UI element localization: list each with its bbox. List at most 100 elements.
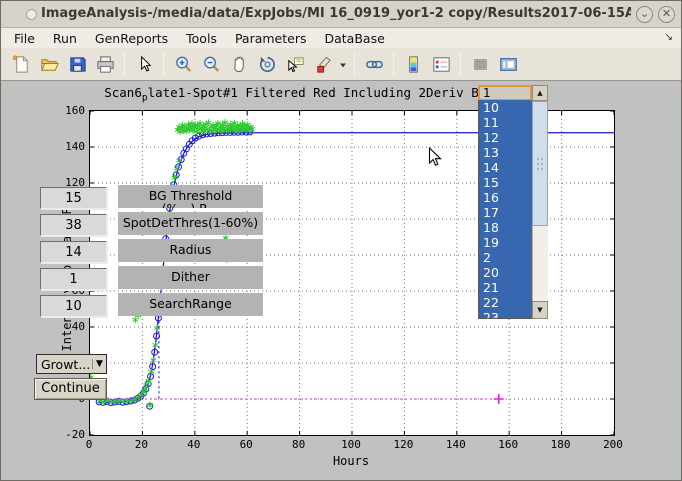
dropdown-item[interactable]: 21 bbox=[479, 280, 532, 295]
menu-overflow-icon[interactable]: ↘ bbox=[665, 32, 673, 43]
title-bar[interactable]: ImageAnalysis-/media/data/ExpJobs/MI 16_… bbox=[1, 1, 681, 28]
bg-threshold-label-subtext: (%...) R... bbox=[118, 202, 263, 208]
dropdown-item[interactable]: 17 bbox=[479, 205, 532, 220]
print-button[interactable] bbox=[92, 51, 118, 77]
open-file-button[interactable] bbox=[36, 51, 62, 77]
continue-button[interactable]: Continue bbox=[34, 378, 107, 400]
x-tick-label: 100 bbox=[334, 438, 368, 451]
shade-window-button[interactable]: ⌄ bbox=[636, 6, 653, 23]
dropdown-item[interactable]: 11 bbox=[479, 115, 532, 130]
growth-mode-dropdown[interactable]: Growt... ▼ bbox=[36, 354, 107, 374]
x-tick-label: 40 bbox=[177, 438, 211, 451]
zoom-in-icon bbox=[173, 54, 194, 75]
menu-item-run[interactable]: Run bbox=[44, 29, 86, 48]
dropdown-item[interactable]: 20 bbox=[479, 265, 532, 280]
x-tick-label: 140 bbox=[439, 438, 473, 451]
insert-colorbar-icon bbox=[403, 54, 424, 75]
spot-number-selected[interactable]: 1 bbox=[478, 85, 532, 101]
menu-item-genreports[interactable]: GenReports bbox=[86, 29, 177, 48]
baseline-threshold bbox=[90, 394, 504, 404]
x-tick-label: 60 bbox=[229, 438, 263, 451]
zoom-out-button[interactable] bbox=[198, 51, 224, 77]
show-plot-tools-icon bbox=[498, 54, 519, 75]
spot-det-thres-label[interactable]: SpotDetThres(1-60%) bbox=[118, 212, 263, 235]
scrollbar-grip-icon bbox=[536, 157, 544, 171]
scroll-up-button[interactable]: ▲ bbox=[532, 85, 548, 101]
dropdown-item[interactable]: 15 bbox=[479, 175, 532, 190]
search-range-label[interactable]: SearchRange bbox=[118, 293, 263, 316]
dropdown-item[interactable]: 14 bbox=[479, 160, 532, 175]
link-plots-button[interactable] bbox=[361, 51, 387, 77]
spot-det-thres-input[interactable] bbox=[40, 214, 107, 236]
plot-title-pre: Scan6 bbox=[104, 85, 142, 100]
show-plot-tools-button[interactable] bbox=[495, 51, 521, 77]
plot-title-post: late1-Spot#1 Filtered Red Including 2Der… bbox=[148, 85, 494, 100]
search-range-input[interactable] bbox=[40, 295, 107, 317]
pan-button[interactable] bbox=[226, 51, 252, 77]
pointer-button[interactable] bbox=[131, 51, 157, 77]
y-tick-label: -20 bbox=[39, 428, 85, 441]
menu-item-tools[interactable]: Tools bbox=[177, 29, 226, 48]
radius-label-text: Radius bbox=[118, 243, 263, 256]
save-button[interactable] bbox=[64, 51, 90, 77]
hide-plot-tools-button[interactable] bbox=[467, 51, 493, 77]
dropdown-item[interactable]: 10 bbox=[479, 100, 532, 115]
dropdown-item[interactable]: 13 bbox=[479, 145, 532, 160]
zoom-in-button[interactable] bbox=[170, 51, 196, 77]
close-window-button[interactable]: ✕ bbox=[658, 6, 675, 23]
plot-title: Scan6plate1-Spot#1 Filtered Red Includin… bbox=[89, 85, 509, 104]
dropdown-item[interactable]: 22 bbox=[479, 295, 532, 310]
application-window: ImageAnalysis-/media/data/ExpJobs/MI 16_… bbox=[0, 0, 682, 481]
toolbar-separator bbox=[354, 52, 355, 76]
bg-threshold-input[interactable] bbox=[40, 187, 107, 209]
toolbar-separator bbox=[460, 52, 461, 76]
window-title: ImageAnalysis-/media/data/ExpJobs/MI 16_… bbox=[41, 6, 631, 21]
x-tick-label: 20 bbox=[124, 438, 158, 451]
measured-asterisks bbox=[90, 119, 255, 408]
dither-label[interactable]: Dither bbox=[118, 266, 263, 289]
dropdown-item[interactable]: 2 bbox=[479, 250, 532, 265]
dropdown-item[interactable]: 12 bbox=[479, 130, 532, 145]
menu-item-database[interactable]: DataBase bbox=[315, 29, 393, 48]
rotate-3d-button[interactable] bbox=[254, 51, 280, 77]
y-tick-label: 160 bbox=[39, 104, 85, 117]
toolbar-separator bbox=[163, 52, 164, 76]
dropdown-item[interactable]: 16 bbox=[479, 190, 532, 205]
bg-threshold-label[interactable]: BG Threshold(%...) R... bbox=[118, 185, 263, 208]
window-menu-icon[interactable] bbox=[26, 9, 37, 20]
menu-bar: FileRunGenReportsToolsParametersDataBase bbox=[1, 28, 681, 48]
x-tick-label: 80 bbox=[282, 438, 316, 451]
pan-icon bbox=[229, 54, 250, 75]
brush-menu-caret-button[interactable] bbox=[338, 51, 348, 77]
insert-legend-button[interactable] bbox=[428, 51, 454, 77]
dither-input[interactable] bbox=[40, 268, 107, 290]
toolbar-separator bbox=[124, 52, 125, 76]
zoom-out-icon bbox=[201, 54, 222, 75]
x-tick-label: 160 bbox=[491, 438, 525, 451]
dropdown-item[interactable]: 19 bbox=[479, 235, 532, 250]
brush-button[interactable] bbox=[310, 51, 336, 77]
insert-legend-icon bbox=[431, 54, 452, 75]
growth-mode-dropdown-label: Growt... bbox=[37, 357, 92, 372]
brush-menu-caret-icon bbox=[338, 54, 348, 75]
radius-input[interactable] bbox=[40, 241, 107, 263]
x-tick-label: 120 bbox=[386, 438, 420, 451]
scrollbar-thumb[interactable] bbox=[532, 101, 548, 226]
menu-item-file[interactable]: File bbox=[5, 29, 44, 48]
insert-colorbar-button[interactable] bbox=[400, 51, 426, 77]
dropdown-item[interactable]: 23 bbox=[479, 310, 532, 319]
scroll-down-button[interactable]: ▼ bbox=[532, 301, 548, 319]
radius-label[interactable]: Radius bbox=[118, 239, 263, 262]
dropdown-item[interactable]: 18 bbox=[479, 220, 532, 235]
link-plots-icon bbox=[364, 54, 385, 75]
y-tick-label: 140 bbox=[39, 140, 85, 153]
data-cursor-button[interactable] bbox=[282, 51, 308, 77]
spot-det-thres-label-text: SpotDetThres(1-60%) bbox=[118, 216, 263, 229]
chevron-down-icon: ▼ bbox=[92, 359, 106, 369]
dither-label-text: Dither bbox=[118, 270, 263, 283]
toolbar bbox=[1, 48, 681, 81]
menu-item-parameters[interactable]: Parameters bbox=[226, 29, 316, 48]
data-cursor-icon bbox=[285, 54, 306, 75]
rotate-3d-icon bbox=[257, 54, 278, 75]
new-document-button[interactable] bbox=[8, 51, 34, 77]
